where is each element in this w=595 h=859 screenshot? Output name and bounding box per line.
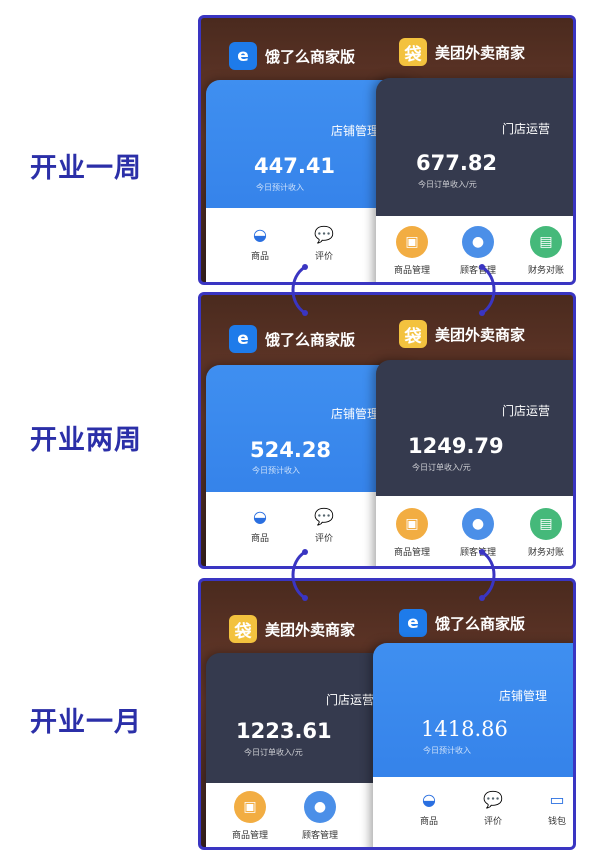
eleme-app-name: 饿了么商家版 (265, 330, 356, 349)
income-caption: 今日预计收入 (252, 466, 300, 475)
income-caption: 今日订单收入/元 (412, 463, 471, 472)
eleme-app-title: e 饿了么商家版 (229, 42, 355, 70)
income-amount: 1249.79 (408, 434, 504, 458)
meituan-app-icon: 袋 (229, 615, 257, 643)
chat-bubble-icon: 💬 (314, 224, 334, 244)
chat-bubble-icon: 💬 (314, 506, 334, 526)
eleme-app-icon: e (399, 609, 427, 637)
eleme-app-title: e 饿了么商家版 (399, 609, 525, 637)
period-label-week-one: 开业一周 (30, 153, 142, 184)
document-icon: ▤ (530, 226, 562, 258)
meituan-app-name: 美团外卖商家 (435, 43, 526, 62)
menu-item-goods-management[interactable]: ▣ 商品管理 (384, 226, 440, 276)
menu-item-goods-management[interactable]: ▣ 商品管理 (384, 508, 440, 558)
bowl-icon: ◒ (253, 506, 267, 526)
income-amount: 1418.86 (421, 717, 508, 741)
eleme-app-name: 饿了么商家版 (435, 614, 526, 633)
wallet-icon: ▭ (549, 789, 565, 809)
income-caption: 今日订单收入/元 (244, 748, 303, 757)
menu-item-goods-management[interactable]: ▣ 商品管理 (222, 791, 278, 841)
user-icon: ● (304, 791, 336, 823)
frame-link-connector (479, 264, 496, 316)
card-section-title: 门店运营 (326, 693, 375, 707)
box-icon: ▣ (234, 791, 266, 823)
eleme-app-icon: e (229, 42, 257, 70)
chat-bubble-icon: 💬 (483, 789, 503, 809)
meituan-app-name: 美团外卖商家 (435, 325, 526, 344)
menu-item-wallet[interactable]: ▭ 钱包 (529, 789, 573, 828)
income-amount: 447.41 (254, 154, 336, 178)
screenshot-frame-month-one: 袋 美团外卖商家 e 饿了么商家版 门店运营 1223.61 今日订单收入/元 … (198, 578, 576, 850)
menu-item-finance[interactable]: ▤ 财务对账 (518, 226, 573, 276)
menu-item-review[interactable]: 💬 评价 (296, 506, 352, 545)
meituan-app-card[interactable]: 门店运营 677.82 今日订单收入/元 ▣ 商品管理 ● 顾客管理 ▤ 财务对… (376, 78, 573, 282)
menu-item-goods[interactable]: ◒ 商品 (232, 506, 288, 545)
bowl-icon: ◒ (253, 224, 267, 244)
frame-link-connector (291, 549, 308, 601)
eleme-app-title: e 饿了么商家版 (229, 325, 355, 353)
frame-link-connector (291, 264, 308, 316)
eleme-app-icon: e (229, 325, 257, 353)
card-section-title: 店铺管理 (331, 124, 380, 138)
card-section-title: 店铺管理 (331, 407, 380, 421)
card-menu-bar: ◒ 商品 💬 评价 ▭ 钱包 (373, 777, 573, 847)
eleme-app-name: 饿了么商家版 (265, 47, 356, 66)
user-icon: ● (462, 508, 494, 540)
menu-item-customer-management[interactable]: ● 顾客管理 (292, 791, 348, 841)
card-section-title: 店铺管理 (499, 689, 548, 703)
income-amount: 1223.61 (236, 719, 332, 743)
income-caption: 今日预计收入 (423, 746, 471, 755)
period-label-month-one: 开业一月 (30, 707, 142, 738)
income-amount: 524.28 (250, 438, 332, 462)
meituan-app-icon: 袋 (399, 38, 427, 66)
bowl-icon: ◒ (422, 789, 436, 809)
meituan-app-card[interactable]: 门店运营 1249.79 今日订单收入/元 ▣ 商品管理 ● 顾客管理 ▤ 财务… (376, 360, 573, 566)
document-icon: ▤ (530, 508, 562, 540)
screenshot-frame-week-two: e 饿了么商家版 袋 美团外卖商家 店铺管理 524.28 今日预计收入 ◒ 商… (198, 292, 576, 569)
card-section-title: 门店运营 (502, 122, 551, 136)
menu-item-goods[interactable]: ◒ 商品 (401, 789, 457, 828)
menu-item-goods[interactable]: ◒ 商品 (232, 224, 288, 263)
income-caption: 今日预计收入 (256, 183, 304, 192)
meituan-app-name: 美团外卖商家 (265, 620, 356, 639)
box-icon: ▣ (396, 226, 428, 258)
eleme-app-card[interactable]: 店铺管理 1418.86 今日预计收入 ◒ 商品 💬 评价 ▭ 钱包 (373, 643, 573, 847)
user-icon: ● (462, 226, 494, 258)
card-section-title: 门店运营 (502, 404, 551, 418)
menu-item-review[interactable]: 💬 评价 (465, 789, 521, 828)
meituan-app-title: 袋 美团外卖商家 (399, 38, 525, 66)
menu-item-finance[interactable]: ▤ 财务对账 (518, 508, 573, 558)
meituan-app-icon: 袋 (399, 320, 427, 348)
period-label-week-two: 开业两周 (30, 425, 142, 456)
frame-link-connector (479, 549, 496, 601)
meituan-app-title: 袋 美团外卖商家 (229, 615, 355, 643)
income-caption: 今日订单收入/元 (418, 180, 477, 189)
box-icon: ▣ (396, 508, 428, 540)
screenshot-frame-week-one: e 饿了么商家版 袋 美团外卖商家 店铺管理 447.41 今日预计收入 ◒ 商… (198, 15, 576, 285)
meituan-app-title: 袋 美团外卖商家 (399, 320, 525, 348)
income-amount: 677.82 (416, 151, 498, 175)
menu-item-review[interactable]: 💬 评价 (296, 224, 352, 263)
